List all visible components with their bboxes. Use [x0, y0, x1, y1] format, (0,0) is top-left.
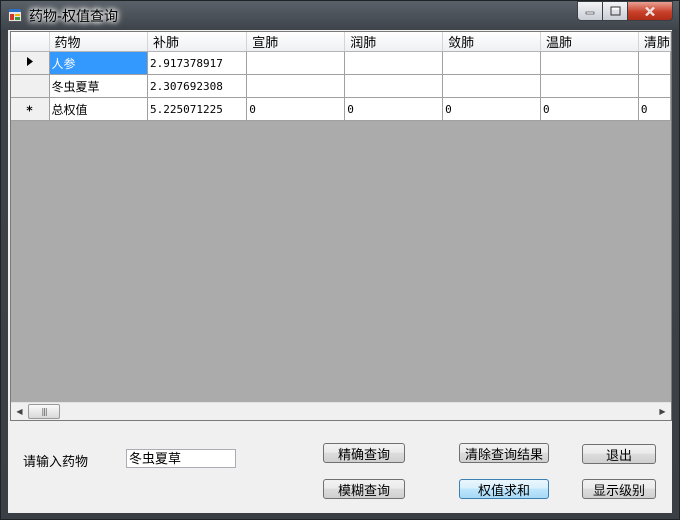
column-header[interactable]: 温肺 — [540, 32, 639, 52]
grid-cell[interactable]: 冬虫夏草 — [49, 74, 149, 98]
table-row[interactable]: 冬虫夏草 2.307692308 — [11, 74, 671, 98]
horizontal-scrollbar[interactable]: ◀ ||| ▶ — [11, 402, 671, 420]
grid-cell[interactable] — [638, 51, 671, 75]
fuzzy-query-button[interactable]: 模糊查询 — [323, 479, 405, 499]
grid-cell[interactable] — [540, 74, 639, 98]
grid-cell[interactable]: 0 — [344, 97, 444, 121]
clear-results-button[interactable]: 清除查询结果 — [459, 443, 549, 463]
maximize-icon — [610, 6, 620, 16]
show-level-button[interactable]: 显示级别 — [582, 479, 656, 499]
row-header[interactable] — [11, 51, 50, 75]
corner-header[interactable] — [11, 32, 50, 52]
grid-header-row: 药物 补肺 宣肺 润肺 敛肺 温肺 清肺 — [11, 32, 671, 52]
close-button[interactable] — [628, 1, 673, 21]
exit-button[interactable]: 退出 — [582, 444, 656, 464]
grid-cell[interactable] — [540, 51, 639, 75]
caption-buttons — [577, 1, 673, 21]
column-header[interactable]: 宣肺 — [246, 32, 346, 52]
window-title: 药物-权值查询 — [29, 9, 119, 25]
sum-weights-button[interactable]: 权值求和 — [459, 479, 549, 499]
close-icon — [645, 6, 655, 16]
form-client-area: 药物 补肺 宣肺 润肺 敛肺 温肺 清肺 人参 2.917378917 冬虫夏草… — [8, 30, 672, 513]
data-grid[interactable]: 药物 补肺 宣肺 润肺 敛肺 温肺 清肺 人参 2.917378917 冬虫夏草… — [10, 31, 672, 421]
drug-input[interactable]: 冬虫夏草 — [126, 449, 236, 468]
maximize-button[interactable] — [603, 1, 628, 21]
grid-cell[interactable]: 0 — [638, 97, 671, 121]
minimize-icon — [585, 11, 595, 15]
grid-cell[interactable]: 0 — [246, 97, 346, 121]
grid-cell[interactable]: 5.225071225 — [147, 97, 248, 121]
main-window: 药物-权值查询 药物 补肺 宣肺 润肺 敛肺 温肺 清肺 人参 2.917378… — [0, 0, 680, 520]
column-header[interactable]: 润肺 — [344, 32, 444, 52]
row-header[interactable] — [11, 74, 50, 98]
scroll-right-arrow-icon[interactable]: ▶ — [654, 403, 671, 420]
grid-cell[interactable] — [442, 74, 541, 98]
title-bar[interactable]: 药物-权值查询 — [1, 1, 679, 29]
column-header[interactable]: 敛肺 — [442, 32, 541, 52]
current-row-arrow-icon — [26, 57, 33, 66]
grid-table: 药物 补肺 宣肺 润肺 敛肺 温肺 清肺 人参 2.917378917 冬虫夏草… — [11, 32, 671, 121]
grid-cell[interactable] — [344, 51, 444, 75]
grid-cell[interactable]: 0 — [540, 97, 639, 121]
minimize-button[interactable] — [577, 1, 603, 21]
grid-cell[interactable] — [638, 74, 671, 98]
drug-input-label: 请输入药物 — [23, 455, 89, 470]
grid-cell[interactable] — [442, 51, 541, 75]
scroll-left-arrow-icon[interactable]: ◀ — [11, 403, 28, 420]
grid-cell[interactable]: 总权值 — [49, 97, 149, 121]
column-header[interactable]: 药物 — [49, 32, 149, 52]
grid-cell[interactable]: 人参 — [49, 51, 149, 75]
grid-cell[interactable] — [344, 74, 444, 98]
grid-cell[interactable] — [246, 74, 346, 98]
exact-query-button[interactable]: 精确查询 — [323, 443, 405, 463]
grid-cell[interactable]: 2.307692308 — [147, 74, 248, 98]
column-header[interactable]: 清肺 — [638, 32, 671, 52]
grid-cell[interactable]: 2.917378917 — [147, 51, 248, 75]
scroll-thumb[interactable]: ||| — [28, 404, 60, 419]
table-row[interactable]: 总权值 5.225071225 0 0 0 0 0 — [11, 97, 671, 121]
app-form-icon — [8, 8, 22, 22]
grid-cell[interactable] — [246, 51, 346, 75]
new-row-star-icon — [26, 105, 33, 111]
table-row[interactable]: 人参 2.917378917 — [11, 51, 671, 75]
grid-cell[interactable]: 0 — [442, 97, 541, 121]
row-header[interactable] — [11, 97, 50, 121]
column-header[interactable]: 补肺 — [147, 32, 248, 52]
